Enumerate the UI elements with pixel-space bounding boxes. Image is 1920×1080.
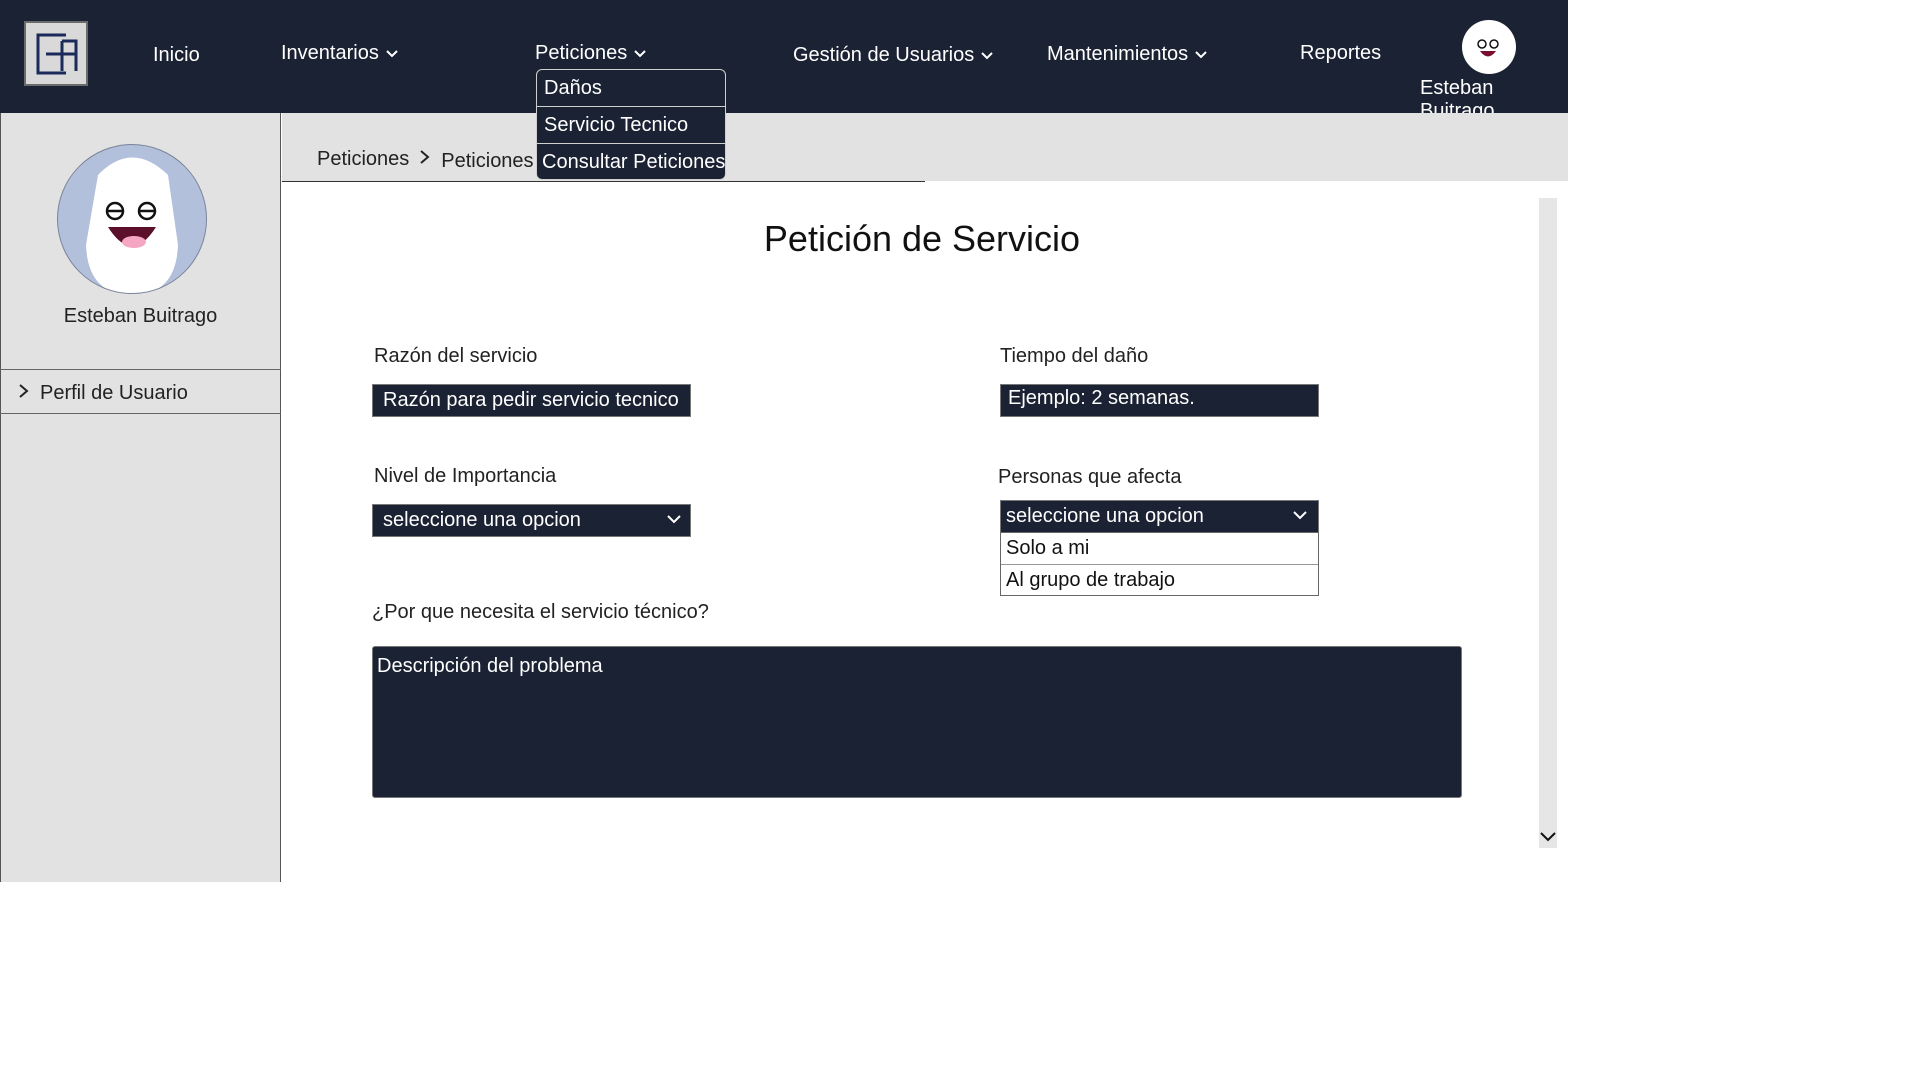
- porque-label: ¿Por que necesita el servicio técnico?: [372, 601, 709, 623]
- nav-inicio[interactable]: Inicio: [153, 44, 200, 67]
- face-icon: [86, 157, 178, 293]
- chevron-down-icon: [666, 509, 682, 532]
- tiempo-input[interactable]: Ejemplo: 2 semanas.: [1000, 384, 1319, 417]
- nav-peticiones[interactable]: Peticiones: [535, 42, 647, 65]
- personas-label: Personas que afecta: [998, 466, 1182, 488]
- divider: [0, 413, 281, 414]
- user-avatar[interactable]: [1462, 20, 1516, 74]
- dropdown-item-servicio-tecnico[interactable]: Servicio Tecnico: [537, 107, 725, 144]
- nivel-label: Nivel de Importancia: [374, 465, 557, 487]
- sidebar-item-label: Perfil de Usuario: [40, 382, 188, 404]
- descripcion-textarea[interactable]: Descripción del problema: [372, 646, 1462, 798]
- app-logo[interactable]: [24, 21, 88, 86]
- peticiones-dropdown: Daños Servicio Tecnico Consultar Peticio…: [536, 69, 726, 180]
- nav-peticiones-label: Peticiones: [535, 42, 628, 64]
- sidebar-user-name: Esteban Buitrago: [63, 305, 218, 327]
- option-solo-a-mi[interactable]: Solo a mi: [1001, 533, 1318, 565]
- face-icon: [1477, 39, 1499, 57]
- personas-select-value: seleccione una opcion: [1006, 505, 1204, 527]
- logo-icon: [36, 33, 78, 75]
- breadcrumb-root[interactable]: Peticiones: [317, 148, 409, 171]
- personas-options: Solo a mi Al grupo de trabajo: [1000, 532, 1319, 596]
- breadcrumb: Peticiones Peticiones de: [317, 148, 561, 172]
- nivel-select-value: seleccione una opcion: [383, 509, 581, 531]
- option-grupo-trabajo[interactable]: Al grupo de trabajo: [1001, 565, 1318, 596]
- scrollbar-track[interactable]: [1539, 198, 1557, 848]
- profile-avatar: [57, 144, 207, 294]
- dropdown-item-consultar-peticiones[interactable]: Consultar Peticiones: [537, 144, 725, 179]
- chevron-right-icon: [18, 382, 30, 405]
- chevron-right-icon: [419, 148, 431, 171]
- scroll-down-icon[interactable]: [1539, 830, 1557, 849]
- razon-input[interactable]: Razón para pedir servicio tecnico: [372, 384, 691, 417]
- nav-reportes[interactable]: Reportes: [1300, 42, 1381, 65]
- tiempo-label: Tiempo del daño: [1000, 345, 1149, 367]
- razon-placeholder: Razón para pedir servicio tecnico: [383, 389, 679, 411]
- page-title: Petición de Servicio: [763, 218, 1081, 259]
- nav-inventarios[interactable]: Inventarios: [281, 42, 399, 65]
- nav-gestion-label: Gestión de Usuarios: [793, 44, 975, 66]
- razon-label: Razón del servicio: [374, 345, 538, 367]
- nav-gestion-usuarios[interactable]: Gestión de Usuarios: [793, 44, 994, 67]
- nav-mantenimientos-label: Mantenimientos: [1047, 43, 1189, 65]
- chevron-down-icon: [980, 51, 994, 61]
- breadcrumb-underline: [282, 181, 925, 182]
- personas-select[interactable]: seleccione una opcion: [1000, 500, 1319, 533]
- nav-reportes-label: Reportes: [1300, 42, 1382, 64]
- nav-inventarios-label: Inventarios: [281, 42, 379, 64]
- nivel-select[interactable]: seleccione una opcion: [372, 504, 691, 537]
- chevron-down-icon: [633, 49, 647, 59]
- descripcion-placeholder: Descripción del problema: [377, 655, 603, 677]
- chevron-down-icon: [1292, 505, 1308, 528]
- tiempo-placeholder: Ejemplo: 2 semanas.: [1008, 387, 1195, 409]
- dropdown-item-danos[interactable]: Daños: [537, 70, 725, 107]
- nav-inicio-label: Inicio: [153, 44, 200, 66]
- chevron-down-icon: [385, 49, 399, 59]
- sidebar-item-perfil[interactable]: Perfil de Usuario: [18, 382, 188, 405]
- nav-mantenimientos[interactable]: Mantenimientos: [1047, 43, 1208, 66]
- chevron-down-icon: [1194, 50, 1208, 60]
- divider: [0, 369, 281, 370]
